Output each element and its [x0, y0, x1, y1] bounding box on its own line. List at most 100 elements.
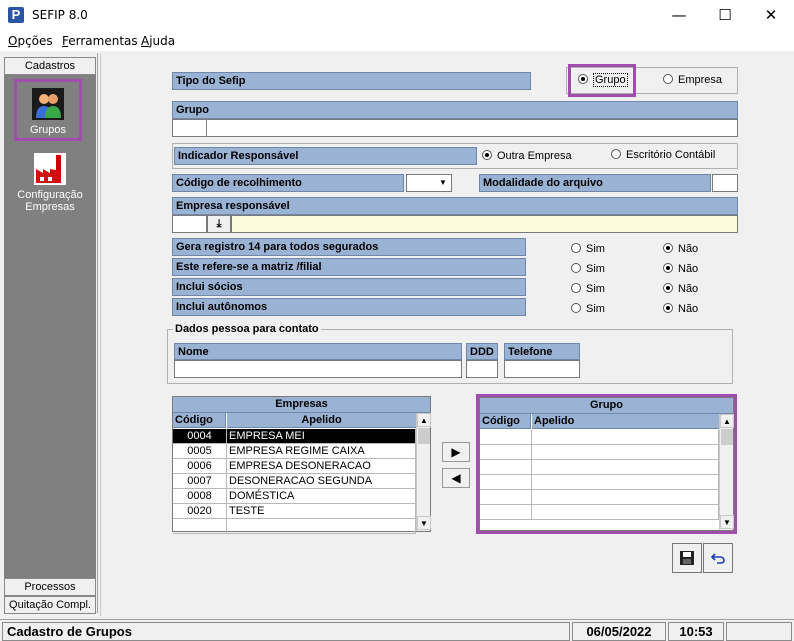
radio-grupo[interactable]: Grupo — [578, 73, 628, 87]
sidebar-tools-pane — [4, 75, 96, 579]
move-right-button[interactable]: ▶ — [442, 442, 470, 462]
q2-nao-dot — [663, 263, 673, 273]
menu-opcoes[interactable]: Opções — [8, 34, 53, 48]
status-text: Cadastro de Grupos — [2, 622, 570, 641]
sidebar-item-configuracao-label1: Configuração — [17, 189, 83, 201]
q-autonomos-sim[interactable]: Sim — [571, 303, 605, 315]
table-row[interactable]: 0020 TESTE — [173, 504, 416, 519]
status-extra — [726, 622, 792, 641]
empresa-responsavel-label: Empresa responsável — [172, 197, 738, 215]
undo-button[interactable] — [703, 543, 733, 573]
sidebar-quitacao-header[interactable]: Quitação Compl. — [4, 596, 96, 614]
sidebar-item-configuracao-label2: Empresas — [25, 201, 75, 213]
q1-sim-label: Sim — [586, 243, 605, 255]
empresa-apelido-cell: DESONERACAO SEGUNDA — [227, 474, 416, 489]
empresa-apelido-cell: EMPRESA MEI — [227, 429, 416, 444]
empresa-apelido-cell — [227, 519, 416, 534]
grupo-codigo-cell — [480, 475, 532, 490]
sidebar-cadastros-header[interactable]: Cadastros — [4, 57, 96, 75]
sidebar-item-grupos[interactable]: Grupos — [14, 79, 82, 141]
scroll-up-icon[interactable]: ▲ — [417, 413, 431, 427]
grupo-name-field[interactable] — [206, 119, 738, 137]
empresas-scrollbar[interactable]: ▲ ▼ — [416, 413, 431, 531]
radio-outra-empresa[interactable]: Outra Empresa — [482, 150, 572, 162]
table-row[interactable]: 0008 DOMÉSTICA — [173, 489, 416, 504]
table-row[interactable] — [480, 490, 719, 505]
grupo-code-field[interactable] — [172, 119, 207, 137]
empresa-resp-name-field[interactable] — [231, 215, 738, 233]
grupo-rows — [480, 430, 719, 530]
minimize-button[interactable]: — — [656, 0, 702, 31]
q-socios-nao[interactable]: Não — [663, 283, 698, 295]
table-row[interactable]: 0004 EMPRESA MEI — [173, 429, 416, 444]
contato-ddd-field[interactable] — [466, 360, 498, 378]
empresas-col-apelido[interactable]: Apelido — [227, 413, 416, 428]
grupo-scroll-up-icon[interactable]: ▲ — [720, 414, 734, 428]
contato-telefone-field[interactable] — [504, 360, 580, 378]
q-registro14-nao[interactable]: Não — [663, 243, 698, 255]
radio-escritorio[interactable]: Escritório Contábil — [611, 149, 715, 161]
arrow-left-icon: ◀ — [451, 471, 461, 485]
q-socios-sim[interactable]: Sim — [571, 283, 605, 295]
codigo-recolhimento-label: Código de recolhimento — [172, 174, 404, 192]
undo-icon — [710, 553, 725, 564]
grupo-apelido-cell — [532, 475, 719, 490]
empresa-apelido-cell: TESTE — [227, 504, 416, 519]
close-button[interactable]: ✕ — [748, 0, 794, 31]
empresa-codigo-cell: 0020 — [173, 504, 227, 519]
scroll-thumb[interactable] — [418, 428, 430, 444]
table-row[interactable] — [480, 445, 719, 460]
table-row[interactable] — [480, 475, 719, 490]
table-row[interactable] — [480, 460, 719, 475]
status-bar: Cadastro de Grupos 06/05/2022 10:53 — [0, 619, 794, 641]
grupo-codigo-cell — [480, 430, 532, 445]
table-row[interactable] — [173, 519, 416, 534]
grupo-col-apelido[interactable]: Apelido — [532, 414, 719, 429]
q2-sim-label: Sim — [586, 263, 605, 275]
maximize-button[interactable]: ☐ — [702, 0, 748, 31]
sidebar-processos-header[interactable]: Processos — [4, 578, 96, 596]
table-row[interactable]: 0005 EMPRESA REGIME CAIXA — [173, 444, 416, 459]
contato-nome-label: Nome — [174, 343, 462, 360]
empresa-apelido-cell: DOMÉSTICA — [227, 489, 416, 504]
scroll-down-icon[interactable]: ▼ — [417, 516, 431, 530]
grupo-scrollbar[interactable]: ▲ ▼ — [719, 414, 734, 530]
q1-nao-label: Não — [678, 243, 699, 255]
contato-telefone-label: Telefone — [504, 343, 580, 360]
menu-ajuda[interactable]: Ajuda — [141, 34, 175, 48]
q-matriz-sim[interactable]: Sim — [571, 263, 605, 275]
empresas-grid: Empresas Código Apelido 0004 EMPRESA MEI 0… — [172, 396, 431, 534]
move-left-button[interactable]: ◀ — [442, 468, 470, 488]
grupo-apelido-cell — [532, 490, 719, 505]
table-row[interactable] — [480, 430, 719, 445]
radio-outra-dot — [482, 150, 492, 160]
grupo-col-codigo[interactable]: Código — [480, 414, 531, 429]
download-arrow-icon[interactable]: ⤓ — [207, 215, 231, 233]
grupo-scroll-down-icon[interactable]: ▼ — [720, 515, 734, 529]
empresas-col-codigo[interactable]: Código — [173, 413, 226, 428]
table-row[interactable]: 0007 DESONERACAO SEGUNDA — [173, 474, 416, 489]
q2-sim-dot — [571, 263, 581, 273]
grupo-codigo-cell — [480, 505, 532, 520]
contato-nome-field[interactable] — [174, 360, 462, 378]
codigo-recolhimento-select[interactable]: ▼ — [406, 174, 452, 192]
table-row[interactable] — [480, 505, 719, 520]
radio-grupo-dot — [578, 74, 588, 84]
q3-sim-dot — [571, 283, 581, 293]
q-matriz-nao[interactable]: Não — [663, 263, 698, 275]
empresa-resp-code-field[interactable] — [172, 215, 207, 233]
grupo-scroll-thumb[interactable] — [721, 429, 733, 445]
table-row[interactable]: 0006 EMPRESA DESONERACAO — [173, 459, 416, 474]
q-autonomos-label: Inclui autônomos — [172, 298, 526, 316]
grupo-apelido-cell — [532, 445, 719, 460]
menu-ferramentas[interactable]: Ferramentas — [62, 34, 138, 48]
q-matriz-filial-label: Este refere-se a matriz /filial — [172, 258, 526, 276]
save-button[interactable] — [672, 543, 702, 573]
radio-empresa[interactable]: Empresa — [663, 74, 722, 86]
q-autonomos-nao[interactable]: Não — [663, 303, 698, 315]
window-title: SEFIP 8.0 — [32, 8, 88, 22]
sidebar-item-configuracao[interactable]: Configuração Empresas — [6, 153, 94, 213]
main-content: Tipo do Sefip Grupo Empresa Grupo Indica… — [100, 53, 792, 616]
q-registro14-sim[interactable]: Sim — [571, 243, 605, 255]
modalidade-field[interactable] — [712, 174, 738, 192]
